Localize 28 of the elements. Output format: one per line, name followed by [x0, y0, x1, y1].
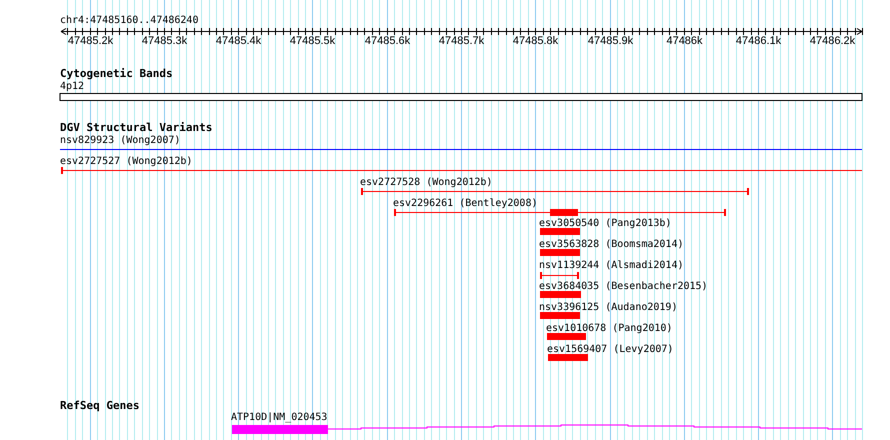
axis-label: 47485.3k	[140, 35, 188, 48]
variant-label: nsv3396125 (Audano2019)	[539, 301, 678, 314]
axis-label: 47485.6k	[364, 35, 412, 48]
band-label: 4p12	[60, 80, 84, 93]
axis-label: 47486k	[665, 35, 704, 48]
track-title: DGV Structural Variants	[60, 121, 212, 134]
axis-label: 47485.2k	[66, 35, 114, 48]
gene-label: ATP10D|NM_020453	[231, 411, 328, 424]
track-title: RefSeq Genes	[60, 399, 140, 412]
region-title: chr4:47485160..47486240	[60, 14, 198, 27]
axis-label: 47485.4k	[214, 35, 262, 48]
axis-label: 47486.1k	[734, 35, 782, 48]
variant-label: nsv1139244 (Alsmadi2014)	[539, 259, 684, 272]
variant-label: esv3563828 (Boomsma2014)	[539, 238, 684, 251]
track-title: Cytogenetic Bands	[60, 67, 173, 80]
variant-label: esv2296261 (Bentley2008)	[393, 197, 538, 210]
axis-label: 47485.8k	[512, 35, 560, 48]
variant-label: esv2727528 (Wong2012b)	[360, 176, 492, 189]
variant-label: esv3684035 (Besenbacher2015)	[539, 280, 708, 293]
axis-label: 47485.9k	[586, 35, 634, 48]
variant-label: esv2727527 (Wong2012b)	[60, 155, 192, 168]
variant-label: esv1569407 (Levy2007)	[547, 343, 674, 356]
variant-label: nsv829923 (Wong2007)	[60, 134, 180, 147]
axis-label: 47485.7k	[438, 35, 486, 48]
axis-label: 47486.2k	[808, 35, 856, 48]
variant-label: esv1010678 (Pang2010)	[546, 322, 672, 335]
axis-label: 47485.5k	[288, 35, 336, 48]
variant-label: esv3050540 (Pang2013b)	[539, 217, 672, 230]
